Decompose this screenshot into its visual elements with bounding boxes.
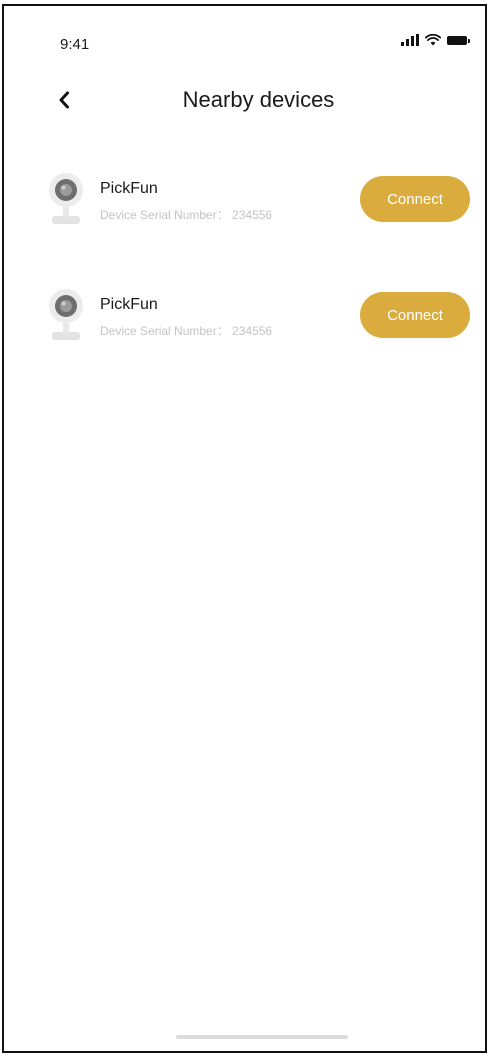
- device-serial: Device Serial Number： 234556: [100, 208, 273, 222]
- device-name: PickFun: [100, 296, 158, 313]
- battery-icon: [447, 35, 470, 45]
- connect-button[interactable]: Connect: [360, 176, 470, 222]
- nav-bar: Nearby devices: [4, 78, 485, 122]
- camera-icon: [49, 173, 83, 224]
- phone-screen: 9:41 Nearby devices PickFun Device Seria…: [2, 4, 487, 1053]
- device-name: PickFun: [100, 180, 158, 197]
- wifi-icon: [425, 34, 441, 46]
- device-item: PickFun Device Serial Number： 234556 Con…: [4, 286, 485, 402]
- device-serial: Device Serial Number： 234556: [100, 324, 273, 338]
- status-bar: 9:41: [4, 6, 485, 76]
- device-item: PickFun Device Serial Number： 234556 Con…: [4, 170, 485, 286]
- connect-button[interactable]: Connect: [360, 292, 470, 338]
- home-indicator: [176, 1035, 348, 1039]
- status-icons: [401, 34, 470, 46]
- camera-icon: [49, 289, 83, 340]
- cellular-signal-icon: [401, 34, 419, 46]
- status-time: 9:41: [60, 36, 90, 53]
- page-title: Nearby devices: [182, 87, 335, 112]
- device-list: PickFun Device Serial Number： 234556 Con…: [4, 170, 485, 402]
